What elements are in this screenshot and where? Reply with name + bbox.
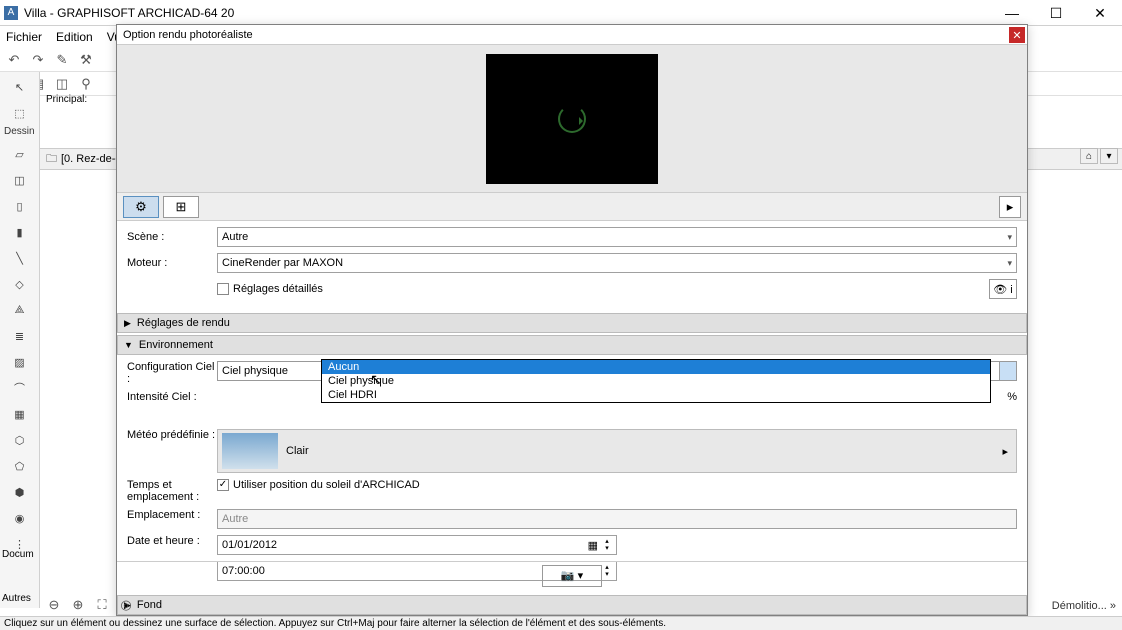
environment-label: Environnement bbox=[139, 339, 213, 351]
curtain-tool-icon[interactable]: ▦ bbox=[8, 403, 32, 425]
principal-label: Principal: bbox=[40, 92, 93, 107]
folder-icon: 🗀 bbox=[46, 150, 57, 169]
chevron-right-icon: ▶ bbox=[124, 318, 131, 329]
engine-label: Moteur : bbox=[127, 257, 217, 269]
lamp-tool-icon[interactable]: ◉ bbox=[8, 507, 32, 529]
shell-tool-icon[interactable]: ⌒ bbox=[8, 377, 32, 399]
beam-tool-icon[interactable]: ╲ bbox=[8, 247, 32, 269]
preview-eye-button[interactable]: 👁 i bbox=[989, 279, 1017, 299]
window-title: Villa - GRAPHISOFT ARCHICAD-64 20 bbox=[24, 6, 234, 20]
background-label: Fond bbox=[137, 599, 162, 611]
menu-fichier[interactable]: Fichier bbox=[6, 30, 42, 44]
dropdown-icon[interactable]: ▾ bbox=[1100, 148, 1118, 164]
calendar-icon[interactable]: ▦ bbox=[588, 539, 598, 552]
location-label: Emplacement : bbox=[127, 509, 217, 521]
sky-config-dropdown: Aucun Ciel physique Ciel HDRI bbox=[321, 359, 991, 403]
location-select[interactable]: Autre bbox=[217, 509, 1017, 529]
weather-preset-select[interactable]: Clair bbox=[217, 429, 1017, 473]
detailed-settings-label: Réglages détaillés bbox=[233, 283, 323, 295]
zone-tool-icon[interactable]: ⬢ bbox=[8, 481, 32, 503]
dialog-close-button[interactable]: ✕ bbox=[1009, 27, 1025, 43]
scene-label: Scène : bbox=[127, 231, 217, 243]
engine-select[interactable]: CineRender par MAXON bbox=[217, 253, 1017, 273]
redo-icon[interactable]: ↷ bbox=[28, 50, 48, 70]
wall-tool-icon[interactable]: ▱ bbox=[8, 143, 32, 165]
slab-tool-icon[interactable]: ◇ bbox=[8, 273, 32, 295]
roof-tool-icon[interactable]: ⟁ bbox=[8, 299, 32, 321]
sky-config-label: Configuration Ciel : bbox=[127, 361, 217, 385]
dialog-title: Option rendu photoréaliste bbox=[123, 29, 253, 41]
dropdown-item-aucun[interactable]: Aucun bbox=[322, 360, 990, 374]
window-tool-icon[interactable]: ▯ bbox=[8, 195, 32, 217]
autres-panel-label: Autres bbox=[2, 593, 31, 604]
morph-tool-icon[interactable]: ⬡ bbox=[8, 429, 32, 451]
marquee-tool-icon[interactable]: ⬚ bbox=[8, 102, 32, 124]
mouse-cursor-icon: ↖ bbox=[370, 371, 382, 388]
nav-icon[interactable]: ◎ bbox=[116, 595, 136, 615]
home-view-icon[interactable]: ⌂ bbox=[1080, 148, 1098, 164]
stair-tool-icon[interactable]: ≣ bbox=[8, 325, 32, 347]
use-archicad-sun-checkbox[interactable] bbox=[217, 479, 229, 491]
dropdown-item-ciel-physique[interactable]: Ciel physique bbox=[322, 374, 990, 388]
zoom-out-icon[interactable]: ⊖ bbox=[44, 595, 64, 615]
background-section[interactable]: ▶ Fond bbox=[117, 595, 1027, 615]
object-tool-icon[interactable]: ⬠ bbox=[8, 455, 32, 477]
sky-intensity-label: Intensité Ciel : bbox=[127, 391, 217, 403]
loading-spinner-icon bbox=[558, 105, 586, 133]
date-up-icon[interactable]: ▴ bbox=[600, 538, 614, 545]
date-down-icon[interactable]: ▾ bbox=[600, 545, 614, 552]
maximize-button[interactable]: ☐ bbox=[1034, 0, 1078, 26]
chevron-down-icon: ▼ bbox=[124, 340, 133, 350]
tool-icon[interactable]: ⚒ bbox=[76, 50, 96, 70]
view-icon[interactable]: ◫ bbox=[52, 74, 72, 94]
use-archicad-sun-label: Utiliser position du soleil d'ARCHICAD bbox=[233, 479, 420, 491]
edit-icon[interactable]: ✎ bbox=[52, 50, 72, 70]
demolition-label[interactable]: Démolitio... » bbox=[1052, 600, 1116, 612]
wand-icon[interactable]: ⚲ bbox=[76, 74, 96, 94]
dropdown-item-ciel-hdri[interactable]: Ciel HDRI bbox=[322, 388, 990, 402]
zoom-in-icon[interactable]: ⊕ bbox=[68, 595, 88, 615]
photoreal-render-dialog: Option rendu photoréaliste ✕ ⚙ ⊞ ▸ Scène… bbox=[116, 24, 1028, 616]
date-input[interactable]: 01/01/2012 ▦ ▴▾ bbox=[217, 535, 617, 555]
undo-icon[interactable]: ↶ bbox=[4, 50, 24, 70]
document-panel-label: Docum bbox=[2, 549, 34, 560]
door-tool-icon[interactable]: ◫ bbox=[8, 169, 32, 191]
mesh-tool-icon[interactable]: ▨ bbox=[8, 351, 32, 373]
time-place-label: Temps et emplacement : bbox=[127, 479, 217, 503]
scene-select[interactable]: Autre bbox=[217, 227, 1017, 247]
menu-edition[interactable]: Edition bbox=[56, 30, 93, 44]
dessin-label: Dessin bbox=[0, 124, 39, 139]
render-settings-label: Réglages de rendu bbox=[137, 317, 230, 329]
render-settings-section[interactable]: ▶ Réglages de rendu bbox=[117, 313, 1027, 333]
render-preview bbox=[117, 45, 1027, 193]
minimize-button[interactable]: — bbox=[990, 0, 1034, 26]
fit-icon[interactable]: ⛶ bbox=[92, 595, 112, 615]
status-bar: Cliquez sur un élément ou dessinez une s… bbox=[0, 616, 1122, 630]
weather-preset-label: Météo prédéfinie : bbox=[127, 429, 217, 441]
environment-section[interactable]: ▼ Environnement bbox=[117, 335, 1027, 355]
size-tab-button[interactable]: ⊞ bbox=[163, 196, 199, 218]
percent-label: % bbox=[1007, 391, 1017, 403]
app-icon: A bbox=[4, 6, 18, 20]
weather-value: Clair bbox=[286, 445, 309, 457]
expand-button[interactable]: ▸ bbox=[999, 196, 1021, 218]
settings-tab-button[interactable]: ⚙ bbox=[123, 196, 159, 218]
detailed-settings-checkbox[interactable] bbox=[217, 283, 229, 295]
column-tool-icon[interactable]: ▮ bbox=[8, 221, 32, 243]
weather-thumbnail bbox=[222, 433, 278, 469]
arrow-tool-icon[interactable]: ↖ bbox=[8, 76, 32, 98]
render-button[interactable]: 📷 ▾ bbox=[542, 565, 602, 587]
datetime-label: Date et heure : bbox=[127, 535, 217, 547]
close-button[interactable]: ✕ bbox=[1078, 0, 1122, 26]
